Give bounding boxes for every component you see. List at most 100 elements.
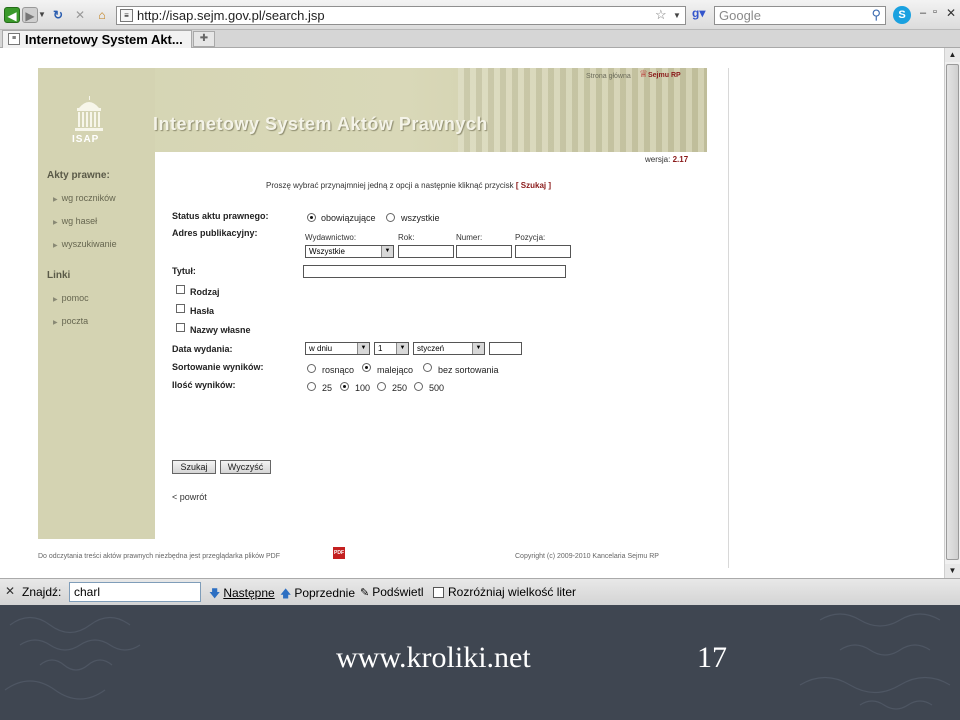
year-input[interactable]	[398, 245, 454, 258]
back-arrow-icon[interactable]: ◀	[4, 7, 20, 23]
url-text[interactable]: http://isap.sejm.gov.pl/search.jsp	[137, 8, 325, 23]
names-checkbox-label: Nazwy własne	[190, 325, 251, 335]
scroll-down-icon[interactable]: ▼	[945, 564, 960, 578]
publisher-label: Wydawnictwo:	[305, 233, 357, 242]
status-option-all: wszystkie	[401, 213, 440, 223]
scroll-thumb[interactable]	[946, 64, 959, 560]
page-icon: ≡	[8, 33, 20, 45]
sort-option-none: bez sortowania	[438, 365, 499, 375]
type-checkbox[interactable]	[176, 285, 185, 294]
find-next-button[interactable]: 🡇 Następne	[209, 585, 275, 604]
magnifier-icon[interactable]: ⚲	[871, 7, 881, 23]
sidebar-item-help[interactable]: pomoc	[53, 293, 89, 303]
search-form: wersja: 2.17 Proszę wybrać przynajmniej …	[155, 152, 707, 539]
search-input[interactable]: Google ⚲	[714, 6, 886, 25]
sidebar-item-mail[interactable]: poczta	[53, 316, 89, 326]
status-label: Status aktu prawnego:	[172, 211, 269, 221]
bookmark-star-icon[interactable]: ☆	[655, 7, 667, 23]
google-engine-icon[interactable]: g▾	[692, 6, 716, 25]
sejm-link[interactable]: Sejmu RP	[648, 72, 681, 79]
eagle-icon: ♕	[639, 69, 648, 80]
search-button[interactable]: Szukaj	[172, 460, 216, 474]
count-option-500: 500	[429, 383, 445, 393]
find-input[interactable]: charl	[69, 582, 201, 602]
publisher-select[interactable]: Wszystkie ▼	[305, 245, 394, 258]
pdf-icon[interactable]: PDF	[333, 547, 345, 559]
page-viewport: ISAP Internetowy System Aktów Prawnych S…	[0, 48, 944, 578]
count-label: Ilość wyników:	[172, 380, 236, 390]
date-year-input[interactable]	[489, 342, 522, 355]
clear-button[interactable]: Wyczyść	[220, 460, 271, 474]
sidebar-item-by-keyword[interactable]: wg haseł	[53, 216, 98, 226]
date-mode-select[interactable]: w dniu ▼	[305, 342, 370, 355]
slide-footer: www.kroliki.net 17	[0, 605, 960, 720]
status-radio-all[interactable]	[386, 213, 395, 222]
address-bar[interactable]: ≡ http://isap.sejm.gov.pl/search.jsp ☆ ▼	[116, 6, 686, 25]
minimize-icon[interactable]: –	[920, 7, 926, 19]
version-value: 2.17	[672, 155, 689, 164]
keywords-checkbox[interactable]	[176, 304, 185, 313]
page-icon: ≡	[120, 9, 133, 22]
number-label: Numer:	[456, 233, 483, 242]
sort-label: Sortowanie wyników:	[172, 362, 264, 372]
forward-arrow-icon[interactable]: ▶	[22, 7, 38, 23]
scroll-up-icon[interactable]: ▲	[945, 48, 960, 62]
position-label: Pozycja:	[515, 233, 546, 242]
status-radio-current[interactable]	[307, 213, 316, 222]
sort-radio-desc[interactable]	[362, 363, 371, 372]
stop-icon[interactable]: ✕	[72, 7, 88, 23]
logo-text: ISAP	[72, 134, 100, 145]
count-radio-250[interactable]	[377, 382, 386, 391]
keywords-checkbox-label: Hasła	[190, 306, 215, 316]
site-header: ISAP Internetowy System Aktów Prawnych S…	[38, 68, 707, 152]
chevron-down-icon: ▼	[381, 246, 393, 257]
reload-icon[interactable]: ↻	[50, 7, 66, 23]
match-case-label: Rozróżniaj wielkość liter	[448, 585, 577, 599]
match-case-checkbox[interactable]	[433, 587, 444, 598]
home-icon[interactable]: ⌂	[94, 7, 110, 23]
sidebar-item-search[interactable]: wyszukiwanie	[53, 239, 117, 249]
count-radio-100[interactable]	[340, 382, 349, 391]
pencil-icon: ✎	[360, 587, 370, 599]
slide-number: 17	[697, 641, 727, 674]
count-option-100: 100	[355, 383, 371, 393]
tab-title: Internetowy System Akt...	[25, 32, 183, 47]
chevron-down-icon: ▼	[357, 343, 369, 354]
home-link[interactable]: Strona główna	[586, 73, 631, 80]
highlight-button[interactable]: ✎ Podświetl	[360, 585, 424, 599]
history-dropdown-icon[interactable]: ▼	[38, 7, 46, 23]
sidebar-heading-links: Linki	[47, 270, 71, 281]
find-bar: ✕ Znajdź: charl 🡇 Następne 🡅 Poprzednie ✎ P…	[0, 578, 960, 605]
sort-option-desc: malejąco	[377, 365, 414, 375]
back-link[interactable]: < powrót	[172, 492, 207, 502]
restore-icon[interactable]: ▫	[933, 6, 937, 18]
logo[interactable]: ISAP	[38, 68, 155, 152]
url-dropdown-icon[interactable]: ▼	[673, 8, 681, 23]
count-radio-25[interactable]	[307, 382, 316, 391]
date-day-select[interactable]: 1 ▼	[374, 342, 409, 355]
count-radio-500[interactable]	[414, 382, 423, 391]
date-month-select[interactable]: styczeń ▼	[413, 342, 485, 355]
header-photo	[458, 68, 707, 152]
sort-radio-asc[interactable]	[307, 364, 316, 373]
close-icon[interactable]: ✕	[5, 584, 15, 598]
close-icon[interactable]: ✕	[946, 6, 956, 20]
sidebar-item-by-year[interactable]: wg roczników	[53, 193, 116, 203]
new-tab-button[interactable]: ✚	[193, 31, 215, 47]
title-label: Tytuł:	[172, 266, 196, 276]
tab-isap[interactable]: ≡ Internetowy System Akt...	[2, 30, 192, 48]
vertical-scrollbar[interactable]: ▲ ▼	[944, 48, 960, 578]
names-checkbox[interactable]	[176, 323, 185, 332]
version-label: wersja: 2.17	[645, 155, 689, 164]
sort-radio-none[interactable]	[423, 363, 432, 372]
sidebar-heading-acts: Akty prawne:	[47, 170, 110, 181]
position-input[interactable]	[515, 245, 571, 258]
skype-icon[interactable]: S	[893, 6, 911, 24]
number-input[interactable]	[456, 245, 512, 258]
type-checkbox-label: Rodzaj	[190, 287, 220, 297]
divider	[728, 68, 729, 568]
chevron-down-icon: ▼	[396, 343, 408, 354]
find-previous-button[interactable]: 🡅 Poprzednie	[280, 585, 355, 604]
count-option-25: 25	[322, 383, 333, 393]
title-input[interactable]	[303, 265, 566, 278]
